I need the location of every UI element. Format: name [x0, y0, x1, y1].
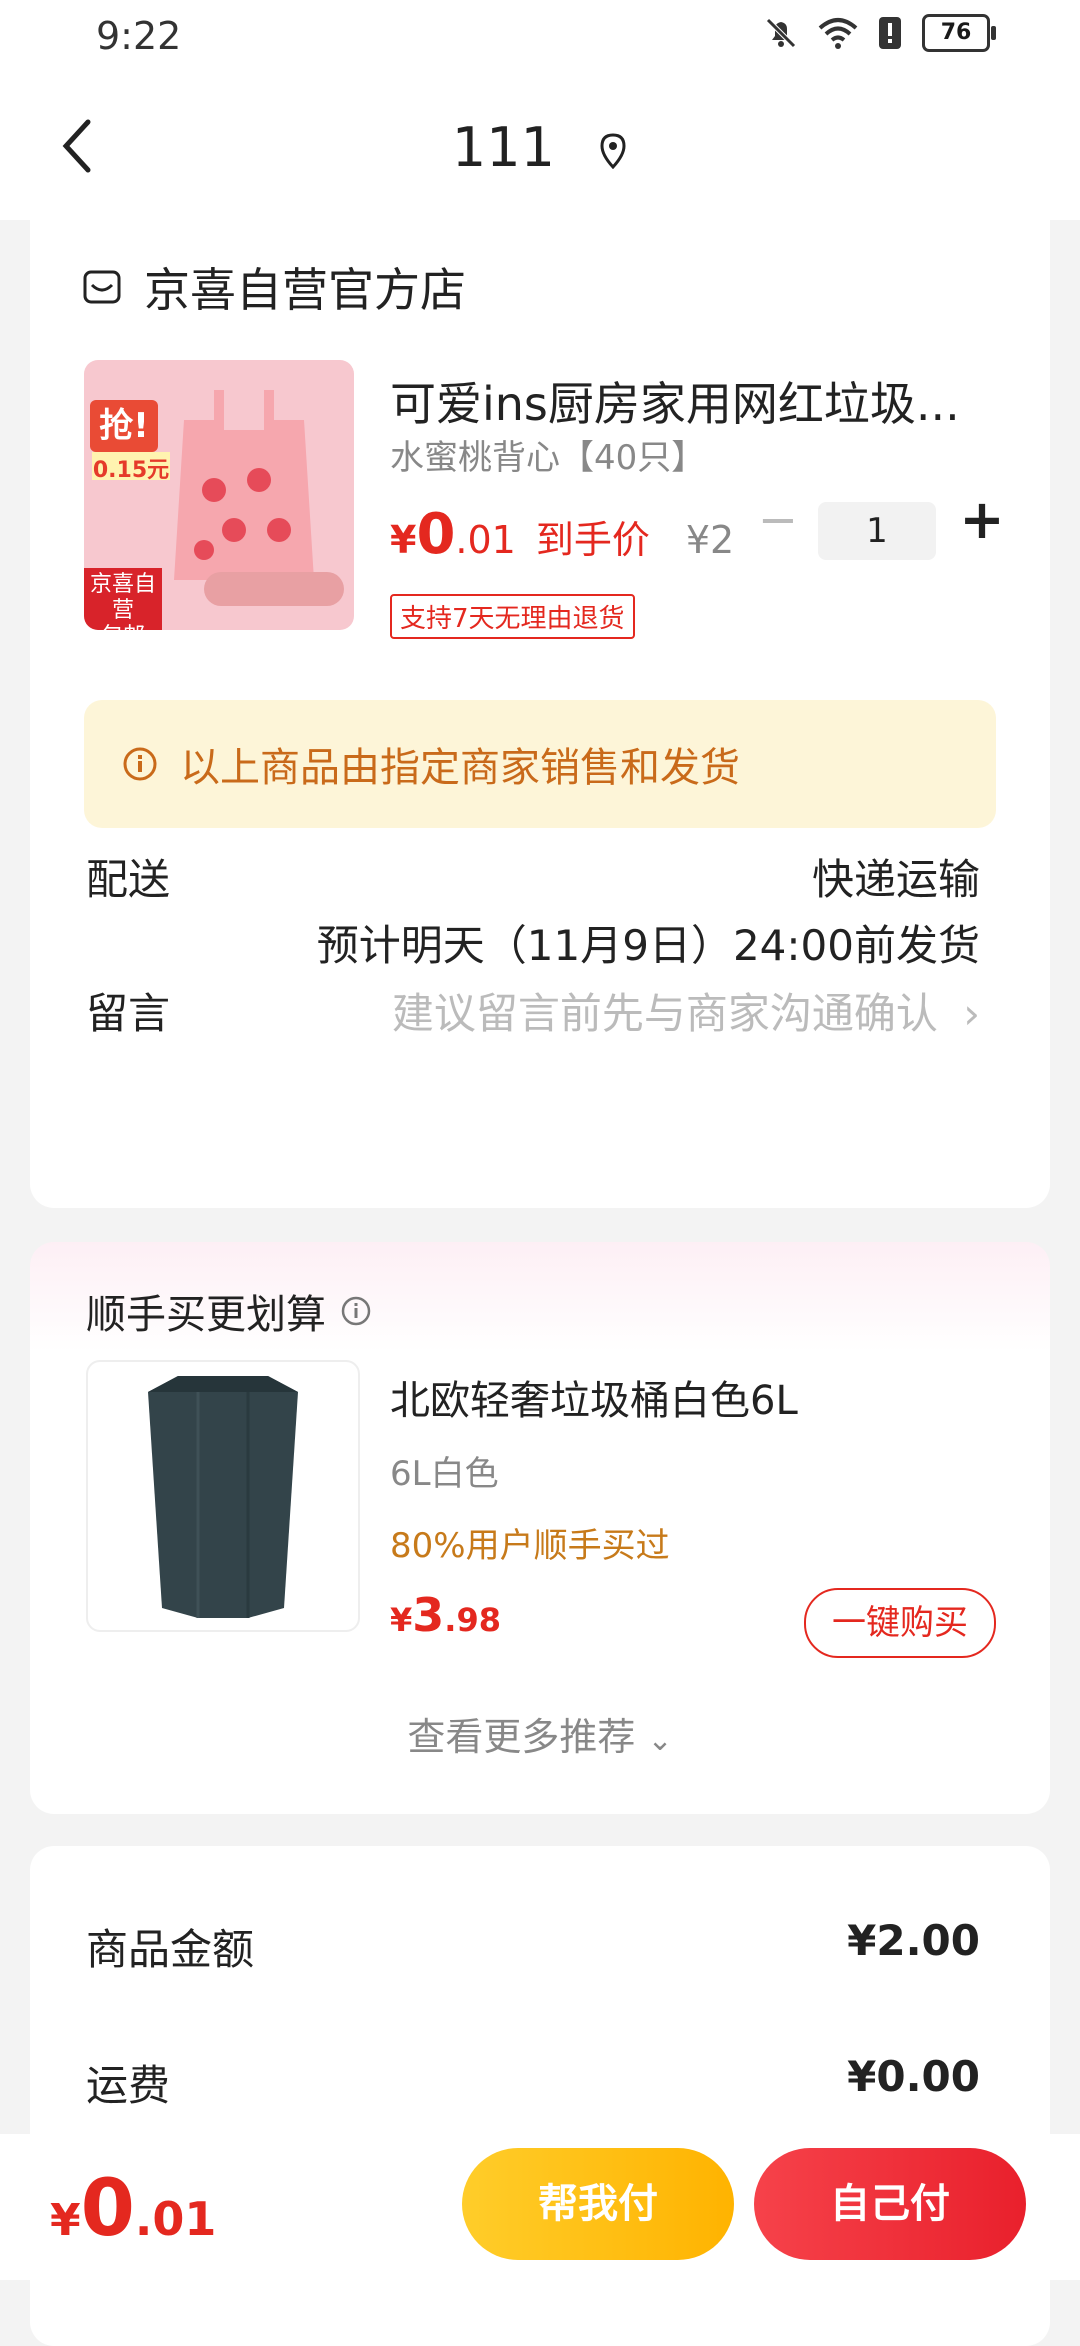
self-operated-text: 京喜自营 [89, 572, 156, 623]
recommend-item-title[interactable]: 北欧轻奢垃圾桶白色6L [390, 1368, 798, 1426]
reco-price-int: 3 [412, 1588, 445, 1642]
recommend-item-spec: 6L白色 [390, 1454, 499, 1494]
nav-bar: 111 [0, 80, 1080, 220]
total-dec: .01 [134, 2192, 217, 2246]
store-header[interactable]: 京喜自营官方店 [82, 254, 466, 320]
price-dec: .01 [455, 518, 516, 562]
image-price-badge: 0.15元 [92, 452, 170, 483]
notice-text: 以上商品由指定商家销售和发货 [180, 745, 740, 791]
recommend-card: 顺手买更划算 北欧轻奢垃圾桶白色6L 6L白色 80%用户顺手买过 ¥3.98 … [30, 1242, 1050, 1814]
product-title[interactable]: 可爱ins厨房家用网红垃圾... [390, 368, 1010, 434]
remark-placeholder: 建议留言前先与商家沟通确认 [391, 989, 938, 1038]
product-price-row: ¥0.01 到手价 ¥2 [390, 502, 734, 567]
help-pay-button[interactable]: 帮我付 [462, 2148, 734, 2260]
reco-price-dec: .98 [444, 1601, 501, 1639]
recommend-item-hint: 80%用户顺手买过 [390, 1526, 670, 1566]
info-icon[interactable] [340, 1295, 372, 1327]
original-price: ¥2 [685, 518, 735, 562]
total-price: ¥0.01 [50, 2164, 216, 2254]
wifi-icon [818, 18, 858, 49]
goods-amount-value: ¥2.00 [847, 1916, 980, 1965]
delivery-estimate: 预计明天（11月9日）24:00前发货 [316, 921, 980, 970]
remark-input[interactable]: 建议留言前先与商家沟通确认 › [392, 980, 980, 1041]
price-int: 0 [416, 502, 456, 567]
one-click-buy-button[interactable]: 一键购买 [804, 1588, 996, 1658]
product-price: ¥0.01 [390, 502, 516, 567]
recommend-section-title: 顺手买更划算 [86, 1282, 372, 1340]
status-time: 9:22 [96, 14, 182, 58]
quantity-minus-button[interactable]: − [750, 492, 806, 548]
seller-notice: 以上商品由指定商家销售和发货 [84, 700, 996, 828]
self-operated-badge: 京喜自营 包邮 [84, 568, 162, 630]
product-image[interactable]: 抢! 0.15元 京喜自营 包邮 [84, 360, 354, 630]
info-icon [123, 747, 157, 781]
self-pay-button[interactable]: 自己付 [754, 2148, 1026, 2260]
store-icon [83, 270, 121, 304]
shipping-fee-label: 运费 [86, 2061, 171, 2110]
page-title-text: 111 [451, 116, 555, 179]
price-currency: ¥ [390, 518, 417, 562]
shopping-bag-image [174, 390, 314, 580]
reco-price-currency: ¥ [390, 1601, 413, 1639]
free-shipping-text: 包邮 [84, 624, 162, 630]
product-image-base [204, 572, 344, 606]
mute-bell-icon [766, 18, 796, 48]
alert-icon [879, 17, 901, 49]
remark-label: 留言 [86, 989, 171, 1038]
total-int: 0 [80, 2164, 135, 2254]
goods-amount-label: 商品金额 [86, 1925, 255, 1974]
status-icons: 76 [764, 14, 996, 52]
recommend-item-price: ¥3.98 [390, 1588, 501, 1642]
return-policy-tag: 支持7天无理由退货 [390, 594, 635, 639]
flash-badge: 抢! [90, 400, 158, 452]
recommend-title-text: 顺手买更划算 [86, 1292, 326, 1338]
product-spec[interactable]: 水蜜桃背心【40只】 [390, 430, 705, 479]
battery-icon: 76 [922, 14, 996, 52]
location-pin-icon [600, 133, 626, 170]
more-recommend-link[interactable]: 查看更多推荐 ⌄ [30, 1706, 1050, 1761]
trash-bin-image [148, 1376, 298, 1618]
order-card: 京喜自营官方店 抢! 0.15元 京喜自营 包邮 可爱ins厨房家用网红垃圾..… [30, 220, 1050, 1208]
status-bar: 9:22 76 [0, 0, 1080, 80]
shipping-fee-value: ¥0.00 [847, 2052, 980, 2101]
more-recommend-text: 查看更多推荐 [407, 1715, 636, 1759]
price-label: 到手价 [535, 518, 650, 562]
chevron-right-icon: › [963, 989, 980, 1038]
checkout-bar: ¥0.01 帮我付 自己付 [0, 2134, 1080, 2280]
store-name: 京喜自营官方店 [144, 263, 466, 317]
recommend-item-image[interactable] [86, 1360, 360, 1632]
chevron-down-icon: ⌄ [647, 1723, 673, 1758]
quantity-input[interactable]: 1 [818, 502, 936, 560]
quantity-plus-button[interactable]: + [954, 490, 1010, 550]
delivery-method[interactable]: 快递运输 [812, 846, 980, 907]
total-currency: ¥ [50, 2195, 81, 2246]
page-title[interactable]: 111 [0, 116, 1080, 179]
delivery-label: 配送 [86, 855, 171, 904]
